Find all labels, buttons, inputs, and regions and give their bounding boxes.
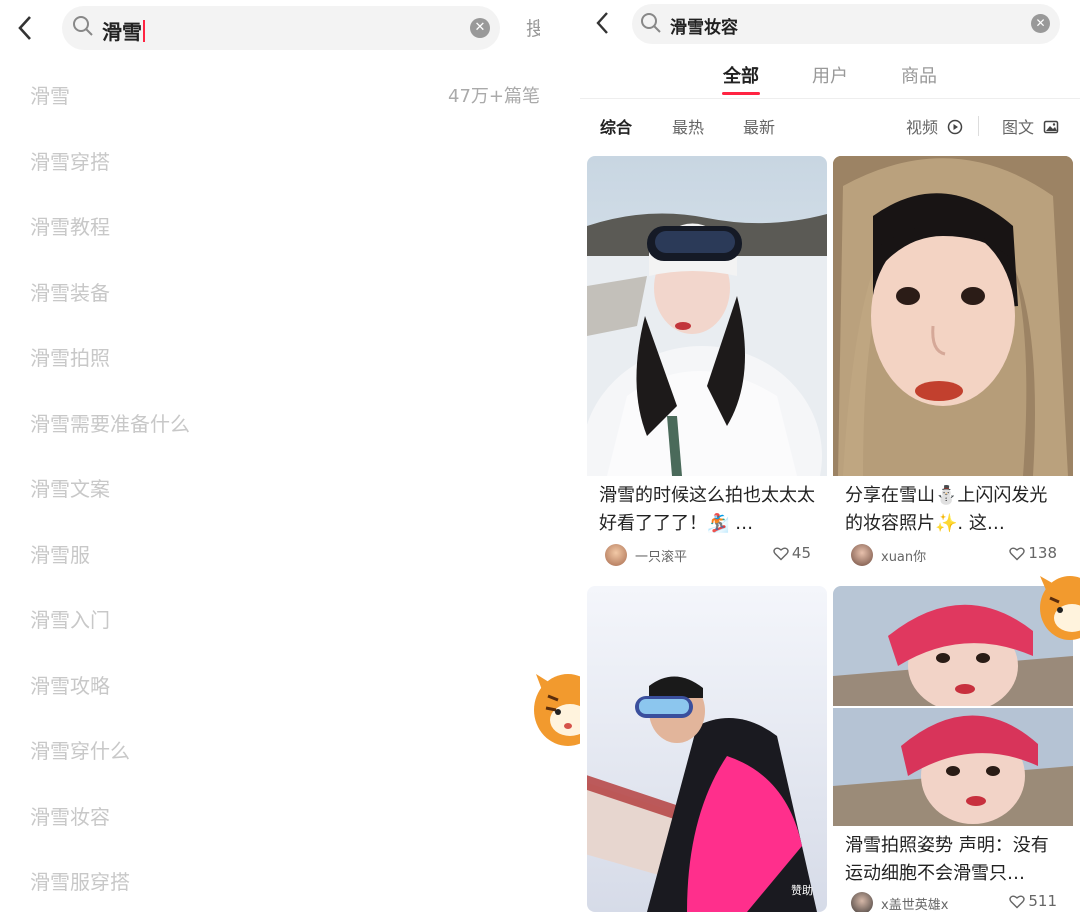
tab-all[interactable]: 全部	[723, 62, 759, 88]
note-author[interactable]: x盖世英雄x	[851, 892, 948, 912]
suggestion-text: 滑雪服穿搭	[30, 870, 130, 894]
search-suggestion-screen: 滑雪 ✕ 搜索 滑雪 47万+篇笔记 滑雪穿搭 滑雪教程 滑雪装备 滑雪拍照 滑…	[0, 0, 540, 912]
note-card[interactable]: 分享在雪山⛄上闪闪发光的妆容照片✨. 这… xuan你 138	[833, 156, 1073, 576]
note-title: 滑雪的时候这么拍也太太太好看了了了！🏂 …	[599, 485, 815, 534]
sponsored-badge: 赞助	[791, 884, 813, 897]
avatar	[851, 892, 873, 912]
result-tabs: 全部 用户 商品	[580, 60, 1080, 100]
search-query: 滑雪妆容	[670, 18, 738, 38]
tiger-sticker-icon[interactable]	[1034, 568, 1080, 652]
avatar	[851, 544, 873, 566]
like-number: 45	[791, 544, 811, 562]
filter-comprehensive[interactable]: 综合	[600, 114, 632, 138]
back-arrow-icon[interactable]	[594, 10, 610, 42]
filter-video-label: 视频	[906, 118, 939, 137]
suggestion-text: 滑雪穿什么	[30, 739, 130, 763]
suggestion-text: 滑雪教程	[30, 215, 110, 239]
suggestion-item[interactable]: 滑雪 47万+篇笔记	[0, 60, 540, 126]
clear-icon[interactable]: ✕	[470, 18, 490, 38]
note-count: 47万+篇笔记	[448, 86, 540, 107]
suggestion-item[interactable]: 滑雪入门	[0, 584, 540, 650]
note-cover-image	[587, 586, 827, 912]
suggestion-item[interactable]: 滑雪穿什么	[0, 715, 540, 781]
search-input[interactable]: 滑雪 ✕	[62, 6, 500, 50]
filter-image-text-label: 图文	[1002, 118, 1035, 137]
author-name: 一只滚平	[635, 549, 688, 565]
suggestion-text: 滑雪妆容	[30, 804, 110, 829]
search-button[interactable]: 搜索	[526, 14, 540, 41]
suggestion-text: 滑雪文案	[30, 477, 110, 501]
suggestion-item[interactable]: 滑雪攻略	[0, 650, 540, 716]
suggestion-item[interactable]: 滑雪文案	[0, 453, 540, 519]
suggestion-item[interactable]: 滑雪穿搭	[0, 126, 540, 192]
divider	[580, 98, 1080, 99]
search-icon	[73, 16, 93, 36]
note-author[interactable]: xuan你	[851, 544, 926, 566]
author-name: xuan你	[881, 549, 927, 565]
note-card[interactable]: 滑雪的时候这么拍也太太太好看了了了！🏂 … 一只滚平 45	[587, 156, 827, 576]
note-cover-image	[833, 156, 1073, 476]
search-icon	[641, 13, 661, 33]
note-author[interactable]: 一只滚平	[605, 544, 687, 566]
suggestion-item[interactable]: 滑雪装备	[0, 257, 540, 323]
author-name: x盖世英雄x	[881, 897, 949, 912]
suggestion-text: 滑雪拍照	[30, 346, 110, 370]
search-input[interactable]: 滑雪妆容 ✕	[632, 4, 1060, 44]
suggestion-text: 滑雪装备	[30, 280, 110, 305]
note-title: 分享在雪山⛄上闪闪发光的妆容照片✨. 这…	[845, 485, 1048, 534]
heart-icon	[1009, 547, 1026, 561]
suggestion-item[interactable]: 滑雪需要准备什么	[0, 388, 540, 454]
suggestion-text: 滑雪入门	[30, 608, 110, 632]
suggestion-text: 滑雪	[30, 84, 70, 108]
suggestion-text: 滑雪服	[30, 542, 90, 567]
clear-icon[interactable]: ✕	[1031, 14, 1050, 33]
suggestion-text: 滑雪需要准备什么	[30, 411, 190, 436]
play-icon	[947, 119, 963, 135]
filter-latest[interactable]: 最新	[743, 114, 775, 138]
avatar	[605, 544, 627, 566]
like-count[interactable]: 511	[1009, 892, 1057, 910]
heart-icon	[1009, 895, 1026, 909]
search-results-screen: 滑雪妆容 ✕ 全部 用户 商品 综合 最热 最新 视频 图文 滑雪的时候这么拍也…	[580, 0, 1080, 912]
filter-bar: 综合 最热 最新 视频 图文	[580, 114, 1080, 142]
suggestion-item[interactable]: 滑雪服	[0, 519, 540, 585]
active-tab-indicator	[722, 92, 760, 95]
like-number: 511	[1028, 892, 1057, 910]
suggestion-list: 滑雪 47万+篇笔记 滑雪穿搭 滑雪教程 滑雪装备 滑雪拍照 滑雪需要准备什么 …	[0, 60, 540, 912]
heart-icon	[773, 547, 789, 561]
image-icon	[1043, 120, 1059, 134]
search-query: 滑雪	[102, 16, 145, 45]
suggestion-text: 滑雪穿搭	[30, 149, 110, 174]
back-arrow-icon[interactable]	[16, 14, 34, 48]
suggestion-item[interactable]: 滑雪拍照	[0, 322, 540, 388]
suggestion-item[interactable]: 滑雪妆容	[0, 781, 540, 847]
divider	[978, 116, 979, 136]
suggestion-text: 滑雪攻略	[30, 673, 110, 698]
like-number: 138	[1028, 544, 1057, 562]
like-count[interactable]: 138	[1009, 544, 1057, 562]
note-title: 滑雪拍照姿势 声明：没有运动细胞不会滑雪只…	[845, 835, 1049, 884]
suggestion-item[interactable]: 滑雪服穿搭	[0, 846, 540, 912]
note-cover-image	[587, 156, 827, 476]
filter-video[interactable]: 视频	[906, 114, 963, 138]
like-count[interactable]: 45	[773, 544, 811, 562]
filter-image-text[interactable]: 图文	[1002, 114, 1059, 138]
tab-products[interactable]: 商品	[901, 62, 937, 88]
note-card[interactable]: 赞助	[587, 586, 827, 912]
tiger-sticker-icon[interactable]	[528, 660, 580, 760]
tab-users[interactable]: 用户	[812, 62, 848, 88]
filter-hot[interactable]: 最热	[672, 114, 704, 138]
suggestion-item[interactable]: 滑雪教程	[0, 191, 540, 257]
